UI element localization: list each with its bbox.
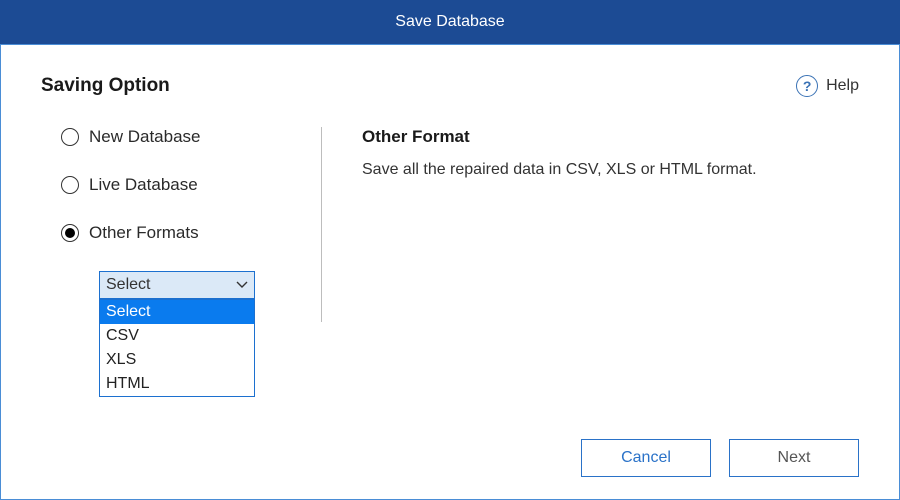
format-description: Save all the repaired data in CSV, XLS o… <box>362 159 859 181</box>
radio-label: Live Database <box>89 175 198 195</box>
radio-icon <box>61 176 79 194</box>
dropdown-option-html[interactable]: HTML <box>100 372 254 396</box>
help-button[interactable]: ? Help <box>796 75 859 97</box>
chevron-down-icon <box>236 281 248 289</box>
format-select[interactable]: Select <box>99 271 255 299</box>
vertical-divider <box>321 127 322 322</box>
right-panel: Other Format Save all the repaired data … <box>352 127 859 322</box>
header-row: Saving Option ? Help <box>41 75 859 97</box>
format-dropdown: Select Select CSV XLS HTML <box>99 271 255 299</box>
dropdown-option-xls[interactable]: XLS <box>100 348 254 372</box>
format-title: Other Format <box>362 127 859 147</box>
radio-icon <box>61 224 79 242</box>
radio-label: New Database <box>89 127 201 147</box>
dropdown-option-csv[interactable]: CSV <box>100 324 254 348</box>
radio-icon <box>61 128 79 146</box>
button-row: Cancel Next <box>581 439 859 477</box>
help-icon: ? <box>796 75 818 97</box>
help-label: Help <box>826 77 859 95</box>
radio-live-database[interactable]: Live Database <box>61 175 291 195</box>
radio-new-database[interactable]: New Database <box>61 127 291 147</box>
radio-other-formats[interactable]: Other Formats <box>61 223 291 243</box>
radio-label: Other Formats <box>89 223 199 243</box>
window-title: Save Database <box>395 13 504 31</box>
dropdown-option-select[interactable]: Select <box>100 300 254 324</box>
select-value: Select <box>106 276 150 294</box>
dialog-content: Saving Option ? Help New Database Live D… <box>0 44 900 500</box>
title-bar: Save Database <box>0 0 900 44</box>
format-dropdown-list: Select CSV XLS HTML <box>99 299 255 397</box>
left-panel: New Database Live Database Other Formats… <box>41 127 291 322</box>
section-title: Saving Option <box>41 75 170 97</box>
main-area: New Database Live Database Other Formats… <box>41 127 859 322</box>
cancel-button[interactable]: Cancel <box>581 439 711 477</box>
next-button[interactable]: Next <box>729 439 859 477</box>
